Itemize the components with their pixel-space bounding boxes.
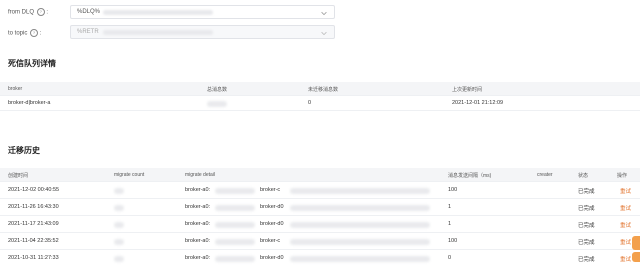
detail-a-cell: broker-a0: [185,187,211,193]
interval-cell: 100 [448,187,458,193]
retry-link[interactable]: 重试 [620,255,631,263]
redacted-detail [215,188,255,194]
header-created: 创建时间 [8,173,29,179]
table-row: 2021-11-04 22:35:52 broker-a0: broker-c … [0,233,640,250]
floating-side-button[interactable] [632,236,640,250]
header-creater: creater [537,172,553,178]
details-table-header: broker 总消息数 未迁移消息数 上次更新时间 [0,82,640,96]
detail-b-cell: broker-d0 [260,255,284,261]
redacted-count [114,205,124,211]
retry-link[interactable]: 重试 [620,187,631,195]
redacted-count [114,222,124,228]
retry-link[interactable]: 重试 [620,204,631,212]
header-interval: 消息发送间隔（ms) [448,173,492,179]
detail-b-cell: broker-c [260,187,281,193]
detail-a-cell: broker-a0: [185,238,211,244]
created-cell: 2021-11-26 16:43:30 [8,204,59,210]
redacted-count [114,256,124,262]
created-cell: 2021-12-02 00:40:55 [8,187,60,193]
chevron-down-icon [321,11,327,16]
redacted-value [103,10,213,15]
help-circle-icon[interactable]: ? [36,8,45,16]
created-cell: 2021-11-04 22:35:52 [8,238,59,244]
to-topic-label-text: to topic [8,30,28,37]
redacted-detail [290,239,430,245]
table-row: 2021-11-17 21:43:09 broker-a0: broker-d0… [0,216,640,233]
detail-b-cell: broker-c [260,238,281,244]
from-dlq-label-text: from DLQ [8,9,35,16]
detail-b-cell: broker-d0 [260,221,284,227]
header-action: 操作 [617,173,628,179]
help-circle-icon[interactable]: ? [30,29,39,37]
updated-cell: 2021-12-01 21:12:09 [452,100,504,106]
redacted-detail [290,256,430,262]
retry-link[interactable]: 重试 [620,221,631,229]
to-topic-value: %RETR [77,29,99,35]
interval-cell: 1 [448,221,452,227]
redacted-value [103,30,213,35]
interval-cell: 100 [448,238,458,244]
created-cell: 2021-10-31 11:27:33 [8,255,59,261]
chevron-down-icon [321,31,327,36]
created-cell: 2021-11-17 21:43:09 [8,221,59,227]
table-row: 2021-11-26 16:43:30 broker-a0: broker-d0… [0,199,640,216]
table-row: broker-d|broker-a 0 2021-12-01 21:12:09 [0,96,640,111]
header-unmigrated: 未迁移消息数 [308,87,339,93]
header-migrate-detail: migrate detail [185,172,216,178]
detail-a-cell: broker-a0: [185,221,211,227]
header-total: 总消息数 [207,87,228,93]
status-cell: 已完成 [578,189,595,195]
broker-cell: broker-d|broker-a [8,100,51,106]
retry-link[interactable]: 重试 [620,238,631,246]
redacted-count [114,239,124,245]
table-row: 2021-10-31 11:27:33 broker-a0: broker-d0… [0,250,640,266]
redacted-detail [215,222,255,228]
redacted-detail [215,239,255,245]
status-cell: 已完成 [578,206,595,212]
header-status: 状态 [578,173,589,179]
interval-cell: 0 [448,255,452,261]
header-updated: 上次更新时间 [452,87,483,93]
redacted-detail [290,188,430,194]
redacted-detail [290,222,430,228]
interval-cell: 1 [448,204,452,210]
from-dlq-label: from DLQ ? : [8,8,49,16]
redacted-detail [290,205,430,211]
from-dlq-select[interactable]: %DLQ% [70,5,335,19]
redacted-total [207,101,227,107]
history-table-header: 创建时间 migrate count migrate detail 消息发送间隔… [0,168,640,182]
unmigrated-cell: 0 [308,100,312,106]
redacted-detail [215,205,255,211]
redacted-count [114,188,124,194]
status-cell: 已完成 [578,240,595,246]
history-title: 迁移历史 [8,146,40,155]
detail-a-cell: broker-a0: [185,204,211,210]
header-migrate-count: migrate count [114,172,145,178]
detail-a-cell: broker-a0: [185,255,211,261]
to-topic-select[interactable]: %RETR [70,25,335,39]
header-broker: broker [8,86,23,92]
status-cell: 已完成 [578,257,595,263]
to-topic-label: to topic ? : [8,29,42,37]
redacted-detail [215,256,255,262]
floating-side-button[interactable] [632,252,640,262]
status-cell: 已完成 [578,223,595,229]
details-title: 死信队列详情 [8,59,56,68]
detail-b-cell: broker-d0 [260,204,284,210]
table-row: 2021-12-02 00:40:55 broker-a0: broker-c … [0,182,640,199]
from-dlq-value: %DLQ% [77,9,101,15]
